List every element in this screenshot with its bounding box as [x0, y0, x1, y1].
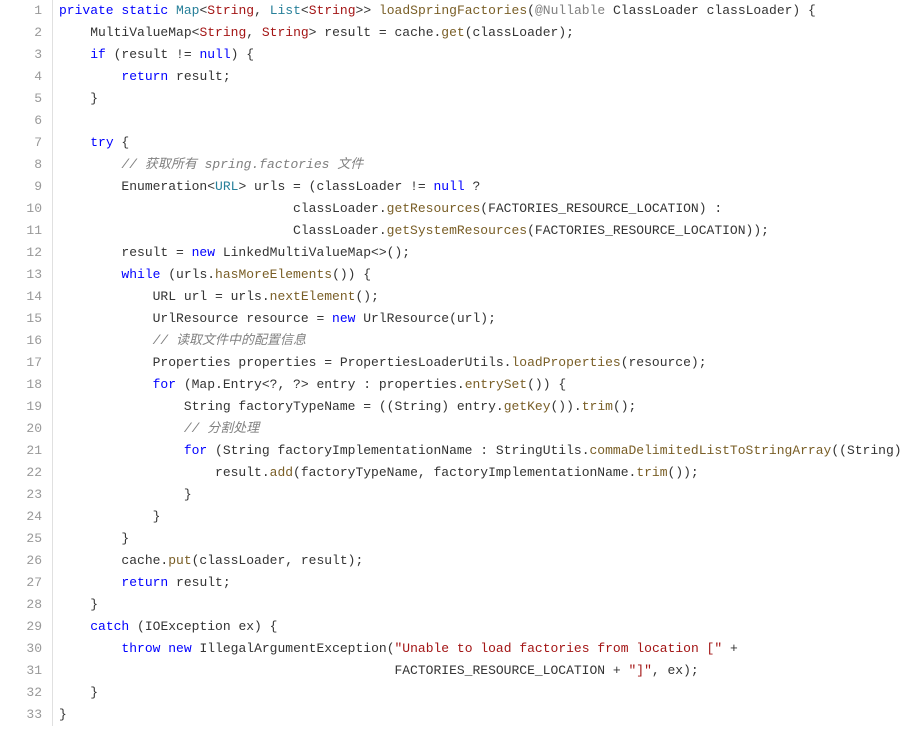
code-line: catch (IOException ex) { — [59, 616, 902, 638]
code-line: return result; — [59, 66, 902, 88]
code-line: } — [59, 704, 902, 726]
line-number: 5 — [0, 88, 42, 110]
code-line: if (result != null) { — [59, 44, 902, 66]
line-number: 31 — [0, 660, 42, 682]
line-number: 7 — [0, 132, 42, 154]
code-line: } — [59, 594, 902, 616]
code-line: MultiValueMap<String, String> result = c… — [59, 22, 902, 44]
code-line: try { — [59, 132, 902, 154]
line-number: 21 — [0, 440, 42, 462]
line-number: 25 — [0, 528, 42, 550]
code-line: } — [59, 88, 902, 110]
line-number: 4 — [0, 66, 42, 88]
code-line: // 读取文件中的配置信息 — [59, 330, 902, 352]
code-line — [59, 110, 902, 132]
line-number: 3 — [0, 44, 42, 66]
code-line: for (Map.Entry<?, ?> entry : properties.… — [59, 374, 902, 396]
code-line: UrlResource resource = new UrlResource(u… — [59, 308, 902, 330]
line-number: 12 — [0, 242, 42, 264]
code-line: for (String factoryImplementationName : … — [59, 440, 902, 462]
code-line: String factoryTypeName = ((String) entry… — [59, 396, 902, 418]
line-number: 19 — [0, 396, 42, 418]
line-number: 18 — [0, 374, 42, 396]
line-number: 11 — [0, 220, 42, 242]
code-line: Enumeration<URL> urls = (classLoader != … — [59, 176, 902, 198]
line-number: 33 — [0, 704, 42, 726]
line-number: 17 — [0, 352, 42, 374]
code-editor: 1234567891011121314151617181920212223242… — [0, 0, 902, 726]
code-line: result.add(factoryTypeName, factoryImple… — [59, 462, 902, 484]
code-line: cache.put(classLoader, result); — [59, 550, 902, 572]
code-line: // 分割处理 — [59, 418, 902, 440]
line-number: 29 — [0, 616, 42, 638]
line-number: 8 — [0, 154, 42, 176]
code-line: throw new IllegalArgumentException("Unab… — [59, 638, 902, 660]
line-number: 30 — [0, 638, 42, 660]
line-number: 6 — [0, 110, 42, 132]
line-number: 23 — [0, 484, 42, 506]
code-line: return result; — [59, 572, 902, 594]
code-line: Properties properties = PropertiesLoader… — [59, 352, 902, 374]
line-number: 15 — [0, 308, 42, 330]
line-number: 2 — [0, 22, 42, 44]
code-line: private static Map<String, List<String>>… — [59, 0, 902, 22]
code-line: classLoader.getResources(FACTORIES_RESOU… — [59, 198, 902, 220]
line-number-gutter: 1234567891011121314151617181920212223242… — [0, 0, 52, 726]
line-number: 24 — [0, 506, 42, 528]
line-number: 10 — [0, 198, 42, 220]
code-line: } — [59, 682, 902, 704]
line-number: 26 — [0, 550, 42, 572]
line-number: 28 — [0, 594, 42, 616]
code-line: } — [59, 484, 902, 506]
line-number: 27 — [0, 572, 42, 594]
line-number: 13 — [0, 264, 42, 286]
line-number: 22 — [0, 462, 42, 484]
line-number: 16 — [0, 330, 42, 352]
code-area[interactable]: private static Map<String, List<String>>… — [52, 0, 902, 726]
line-number: 20 — [0, 418, 42, 440]
code-line: ClassLoader.getSystemResources(FACTORIES… — [59, 220, 902, 242]
code-line: FACTORIES_RESOURCE_LOCATION + "]", ex); — [59, 660, 902, 682]
line-number: 14 — [0, 286, 42, 308]
line-number: 32 — [0, 682, 42, 704]
code-line: } — [59, 506, 902, 528]
line-number: 1 — [0, 0, 42, 22]
code-line: URL url = urls.nextElement(); — [59, 286, 902, 308]
code-line: // 获取所有 spring.factories 文件 — [59, 154, 902, 176]
code-line: } — [59, 528, 902, 550]
code-line: result = new LinkedMultiValueMap<>(); — [59, 242, 902, 264]
line-number: 9 — [0, 176, 42, 198]
code-line: while (urls.hasMoreElements()) { — [59, 264, 902, 286]
